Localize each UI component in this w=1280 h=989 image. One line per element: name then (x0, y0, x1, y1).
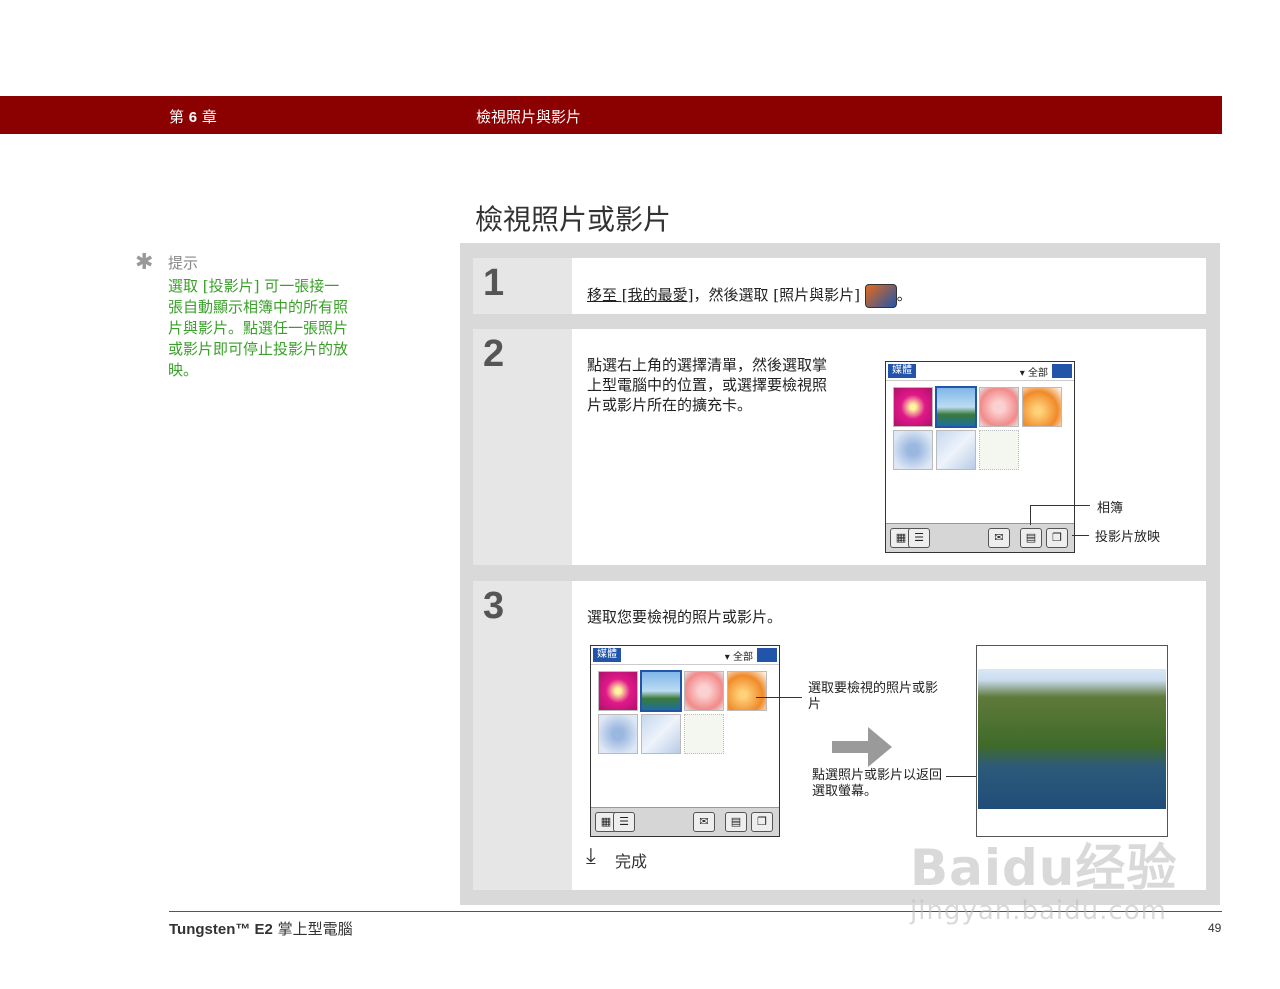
thumbnail[interactable] (936, 430, 976, 470)
page-title: 檢視照片或影片 (475, 203, 672, 236)
thumbnail[interactable] (641, 714, 681, 754)
section-title: 檢視照片與影片 (476, 108, 582, 126)
step-number: 3 (483, 585, 505, 627)
footer-product: Tungsten™ E2 掌上型電腦 (169, 920, 353, 938)
device-screen: 媒體 ▾ 全部 ▦ ☰ ✉ ▤ ❐ (885, 361, 1075, 553)
tip-label: 提示 (168, 254, 199, 272)
step-number: 1 (483, 262, 505, 304)
fullscreen-photo-view[interactable] (976, 645, 1168, 837)
watermark: Baidu经验 jingyan.baidu.com (908, 820, 1208, 940)
thumbnail[interactable] (979, 387, 1019, 427)
slideshow-callout: 投影片放映 (1095, 530, 1161, 545)
watermark-main: Baidu经验 (910, 839, 1178, 897)
thumbnail[interactable] (1022, 387, 1062, 427)
step-1: 1 移至 [我的最愛]，然後選取 [照片與影片] 。 (473, 258, 1206, 314)
album-icon[interactable]: ▤ (725, 812, 747, 832)
photos-videos-app-icon (864, 284, 897, 308)
card-icon (1052, 364, 1072, 378)
location-dropdown[interactable]: ▾ 全部 (725, 648, 753, 663)
down-arrow-icon: ⤓ (586, 844, 596, 869)
return-callout: 點選照片或影片以返回選取螢幕。 (812, 768, 943, 799)
list-view-icon[interactable]: ☰ (613, 812, 635, 832)
slideshow-icon[interactable]: ❐ (751, 812, 773, 832)
tip-star-icon: ✱ (135, 250, 154, 275)
chapter-label: 第 6 章 (169, 108, 217, 126)
mail-icon[interactable]: ✉ (693, 812, 715, 832)
thumbnail[interactable] (727, 671, 767, 711)
thumbnail[interactable] (684, 671, 724, 711)
media-tab[interactable]: 媒體 (888, 364, 916, 378)
mail-icon[interactable]: ✉ (988, 528, 1010, 548)
watermark-url: jingyan.baidu.com (910, 896, 1167, 926)
thumbnail[interactable] (598, 714, 638, 754)
album-callout: 相簿 (1097, 501, 1124, 516)
tip-text: 選取 [投影片] 可一張接一張自動顯示相簿中的所有照片與影片。點選任一張照片或影… (168, 277, 349, 379)
card-icon (757, 648, 777, 662)
landscape-photo[interactable] (978, 669, 1166, 809)
location-dropdown[interactable]: ▾ 全部 (1020, 364, 1048, 379)
select-photo-callout: 選取要檢視的照片或影片 (808, 681, 939, 712)
step-3-text: 選取您要檢視的照片或影片。 (587, 608, 783, 626)
favorites-link[interactable]: 移至 [我的最愛] (587, 286, 693, 304)
thumbnail[interactable] (640, 670, 682, 712)
slideshow-icon[interactable]: ❐ (1046, 528, 1068, 548)
video-thumbnail[interactable] (979, 430, 1019, 470)
chapter-header: 第 6 章 檢視照片與影片 (0, 96, 1222, 134)
thumbnail[interactable] (893, 387, 933, 427)
step-1-text: 移至 [我的最愛]，然後選取 [照片與影片] 。 (587, 284, 912, 308)
step-2-text: 點選右上角的選擇清單，然後選取掌上型電腦中的位置，或選擇要檢視照片或影片所在的擴… (587, 356, 828, 414)
thumbnail[interactable] (598, 671, 638, 711)
step-number: 2 (483, 333, 505, 375)
page-number: 49 (1208, 921, 1222, 935)
media-tab[interactable]: 媒體 (593, 648, 621, 662)
video-thumbnail[interactable] (684, 714, 724, 754)
done-label: 完成 (615, 852, 648, 871)
thumbnail[interactable] (893, 430, 933, 470)
device-screen: 媒體 ▾ 全部 ▦ ☰ ✉ ▤ ❐ (590, 645, 780, 837)
album-icon[interactable]: ▤ (1020, 528, 1042, 548)
thumbnail[interactable] (935, 386, 977, 428)
right-arrow-icon (832, 727, 892, 767)
list-view-icon[interactable]: ☰ (908, 528, 930, 548)
